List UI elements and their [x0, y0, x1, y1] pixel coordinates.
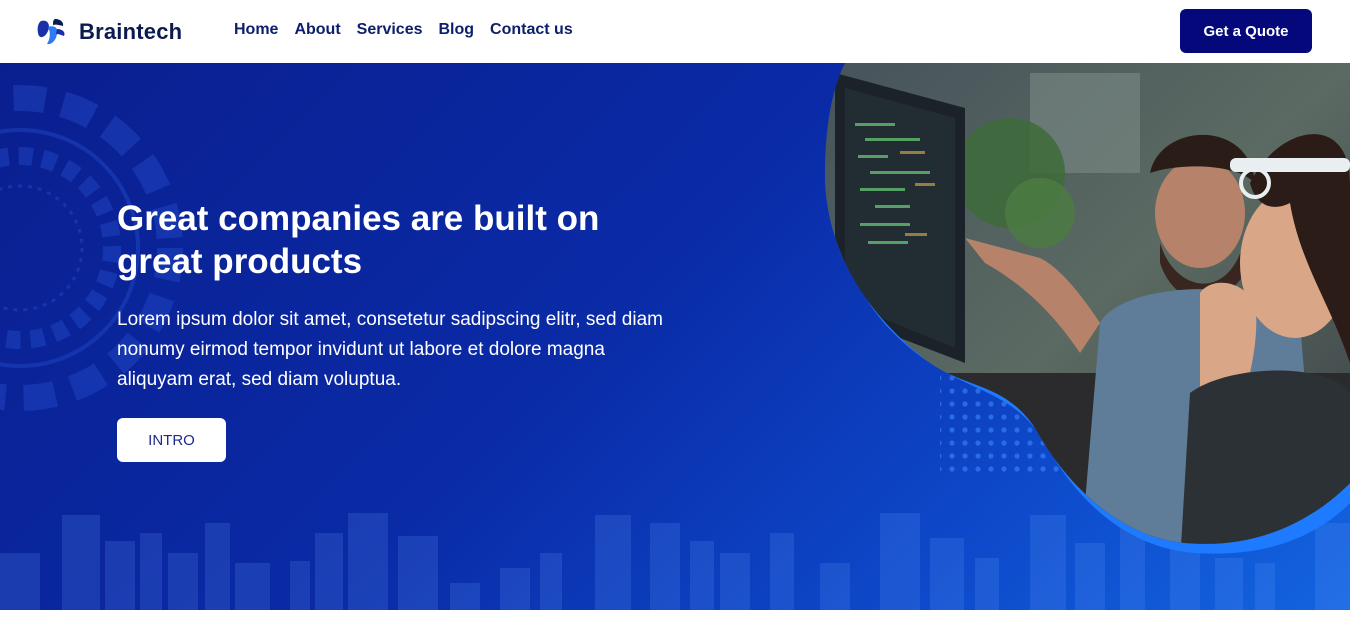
- page-bottom-strip: [0, 610, 1350, 625]
- brand-logo-icon: [35, 15, 69, 49]
- intro-button[interactable]: INTRO: [117, 418, 226, 462]
- nav-contact[interactable]: Contact us: [490, 21, 573, 39]
- get-quote-button[interactable]: Get a Quote: [1180, 9, 1312, 53]
- hero-description: Lorem ipsum dolor sit amet, consetetur s…: [117, 309, 663, 390]
- nav-services[interactable]: Services: [357, 21, 423, 39]
- brand-name: Braintech: [79, 19, 183, 44]
- nav-about[interactable]: About: [294, 21, 340, 39]
- hero-section: Great companies are built on great produ…: [0, 63, 1350, 610]
- nav-home[interactable]: Home: [234, 21, 278, 39]
- nav-blog[interactable]: Blog: [439, 21, 475, 39]
- hero-title: Great companies are built on great produ…: [117, 197, 677, 283]
- hero-title-line-1: Great companies are built on: [117, 199, 600, 238]
- main-nav: Home About Services Blog Contact us: [234, 21, 573, 39]
- top-navbar: Braintech Home About Services Blog Conta…: [0, 0, 1350, 63]
- hero-title-line-2: great products: [117, 242, 363, 281]
- brand-logo[interactable]: Braintech: [35, 15, 182, 49]
